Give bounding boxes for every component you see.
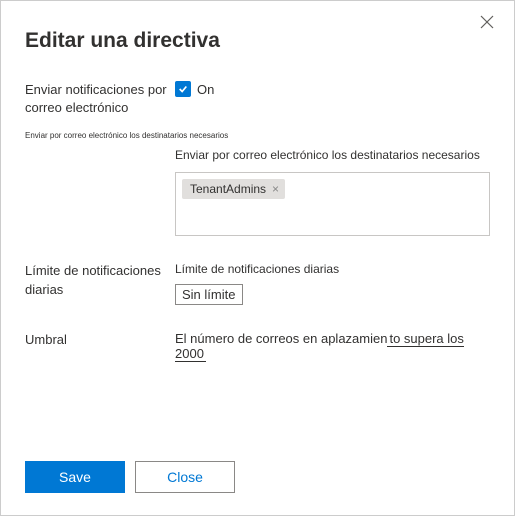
email-notifications-label: Enviar notificaciones por correo electró… [25,81,175,117]
threshold-label: Umbral [25,331,175,349]
daily-limit-sublabel: Límite de notificaciones diarias [175,262,490,276]
recipients-label: Enviar por correo electrónico los destin… [175,148,490,162]
row-recipients: Enviar por correo electrónico los destin… [25,148,490,236]
daily-limit-label: Límite de notificaciones diarias [25,262,175,298]
row-threshold: Umbral El número de correos en aplazamie… [25,331,490,361]
recipient-chip: TenantAdmins × [182,179,285,199]
daily-limit-select[interactable]: Sin límite [175,284,243,305]
save-button[interactable]: Save [25,461,125,493]
dialog-title: Editar una directiva [25,29,490,53]
dialog-footer: Save Close [25,461,235,493]
email-notifications-toggle: On [175,81,214,97]
close-icon[interactable] [480,15,496,31]
recipients-input[interactable]: TenantAdmins × [175,172,490,236]
threshold-text-prefix: El número de correos en aplazamien [175,331,387,346]
recipient-chip-label: TenantAdmins [190,182,266,196]
close-button-label: Close [167,469,203,485]
row-daily-limit: Límite de notificaciones diarias Límite … [25,262,490,305]
checkbox-icon[interactable] [175,81,191,97]
row-email-notifications: Enviar notificaciones por correo electró… [25,81,490,117]
save-button-label: Save [59,469,91,485]
close-button[interactable]: Close [135,461,235,493]
edit-policy-dialog: Editar una directiva Enviar notificacion… [0,0,515,516]
email-notifications-caption: Enviar por correo electrónico los destin… [25,131,490,140]
remove-chip-icon[interactable]: × [272,183,279,195]
daily-limit-value: Sin límite [182,287,235,302]
on-label: On [197,82,214,97]
